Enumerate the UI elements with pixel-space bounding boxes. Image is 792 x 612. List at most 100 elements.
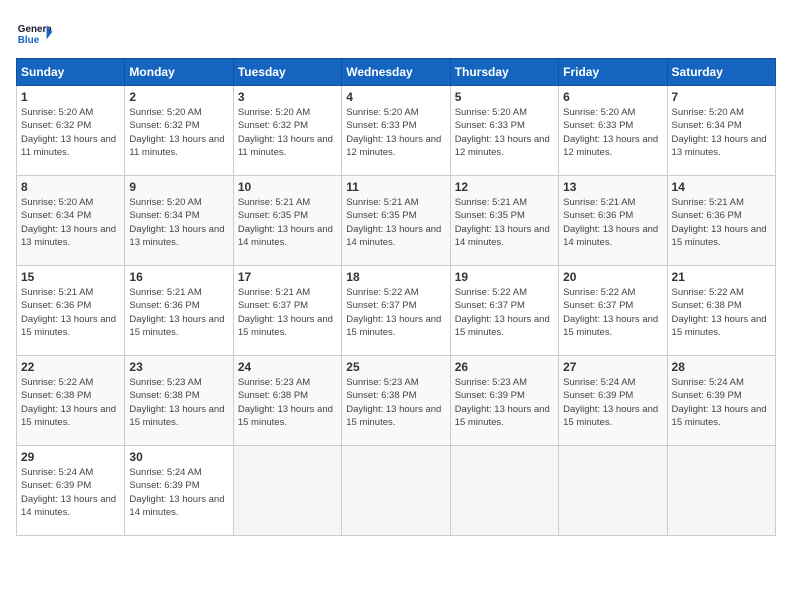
calendar-cell xyxy=(559,446,667,536)
day-number: 26 xyxy=(455,360,554,374)
calendar-cell: 10 Sunrise: 5:21 AM Sunset: 6:35 PM Dayl… xyxy=(233,176,341,266)
calendar-cell xyxy=(667,446,775,536)
day-number: 13 xyxy=(563,180,662,194)
day-info: Sunrise: 5:21 AM Sunset: 6:36 PM Dayligh… xyxy=(563,197,658,248)
day-info: Sunrise: 5:22 AM Sunset: 6:37 PM Dayligh… xyxy=(346,287,441,338)
calendar-cell: 28 Sunrise: 5:24 AM Sunset: 6:39 PM Dayl… xyxy=(667,356,775,446)
day-info: Sunrise: 5:21 AM Sunset: 6:36 PM Dayligh… xyxy=(672,197,767,248)
day-number: 30 xyxy=(129,450,228,464)
calendar-cell xyxy=(450,446,558,536)
day-number: 16 xyxy=(129,270,228,284)
calendar-cell: 17 Sunrise: 5:21 AM Sunset: 6:37 PM Dayl… xyxy=(233,266,341,356)
day-number: 3 xyxy=(238,90,337,104)
calendar-cell: 15 Sunrise: 5:21 AM Sunset: 6:36 PM Dayl… xyxy=(17,266,125,356)
calendar-cell: 11 Sunrise: 5:21 AM Sunset: 6:35 PM Dayl… xyxy=(342,176,450,266)
calendar-cell xyxy=(342,446,450,536)
day-info: Sunrise: 5:20 AM Sunset: 6:32 PM Dayligh… xyxy=(21,107,116,158)
day-number: 22 xyxy=(21,360,120,374)
calendar-cell: 2 Sunrise: 5:20 AM Sunset: 6:32 PM Dayli… xyxy=(125,86,233,176)
day-info: Sunrise: 5:22 AM Sunset: 6:37 PM Dayligh… xyxy=(455,287,550,338)
day-info: Sunrise: 5:24 AM Sunset: 6:39 PM Dayligh… xyxy=(129,467,224,518)
day-number: 18 xyxy=(346,270,445,284)
day-info: Sunrise: 5:22 AM Sunset: 6:38 PM Dayligh… xyxy=(672,287,767,338)
calendar-cell: 24 Sunrise: 5:23 AM Sunset: 6:38 PM Dayl… xyxy=(233,356,341,446)
calendar-cell: 1 Sunrise: 5:20 AM Sunset: 6:32 PM Dayli… xyxy=(17,86,125,176)
day-info: Sunrise: 5:23 AM Sunset: 6:38 PM Dayligh… xyxy=(346,377,441,428)
weekday-header-friday: Friday xyxy=(559,59,667,86)
day-info: Sunrise: 5:20 AM Sunset: 6:33 PM Dayligh… xyxy=(455,107,550,158)
day-number: 20 xyxy=(563,270,662,284)
day-number: 14 xyxy=(672,180,771,194)
calendar-cell xyxy=(233,446,341,536)
day-info: Sunrise: 5:20 AM Sunset: 6:32 PM Dayligh… xyxy=(238,107,333,158)
day-info: Sunrise: 5:21 AM Sunset: 6:36 PM Dayligh… xyxy=(129,287,224,338)
day-info: Sunrise: 5:23 AM Sunset: 6:38 PM Dayligh… xyxy=(129,377,224,428)
calendar-cell: 7 Sunrise: 5:20 AM Sunset: 6:34 PM Dayli… xyxy=(667,86,775,176)
calendar-cell: 27 Sunrise: 5:24 AM Sunset: 6:39 PM Dayl… xyxy=(559,356,667,446)
day-number: 7 xyxy=(672,90,771,104)
calendar-cell: 19 Sunrise: 5:22 AM Sunset: 6:37 PM Dayl… xyxy=(450,266,558,356)
day-info: Sunrise: 5:23 AM Sunset: 6:38 PM Dayligh… xyxy=(238,377,333,428)
calendar-cell: 20 Sunrise: 5:22 AM Sunset: 6:37 PM Dayl… xyxy=(559,266,667,356)
day-info: Sunrise: 5:21 AM Sunset: 6:35 PM Dayligh… xyxy=(346,197,441,248)
day-number: 17 xyxy=(238,270,337,284)
day-info: Sunrise: 5:20 AM Sunset: 6:33 PM Dayligh… xyxy=(563,107,658,158)
day-info: Sunrise: 5:22 AM Sunset: 6:37 PM Dayligh… xyxy=(563,287,658,338)
calendar-cell: 29 Sunrise: 5:24 AM Sunset: 6:39 PM Dayl… xyxy=(17,446,125,536)
day-number: 9 xyxy=(129,180,228,194)
calendar-cell: 21 Sunrise: 5:22 AM Sunset: 6:38 PM Dayl… xyxy=(667,266,775,356)
weekday-header-saturday: Saturday xyxy=(667,59,775,86)
logo: General Blue xyxy=(16,16,52,52)
day-info: Sunrise: 5:21 AM Sunset: 6:35 PM Dayligh… xyxy=(238,197,333,248)
calendar-cell: 26 Sunrise: 5:23 AM Sunset: 6:39 PM Dayl… xyxy=(450,356,558,446)
day-number: 25 xyxy=(346,360,445,374)
calendar-cell: 30 Sunrise: 5:24 AM Sunset: 6:39 PM Dayl… xyxy=(125,446,233,536)
logo-icon: General Blue xyxy=(16,16,52,52)
weekday-header-wednesday: Wednesday xyxy=(342,59,450,86)
weekday-header-sunday: Sunday xyxy=(17,59,125,86)
calendar-cell: 3 Sunrise: 5:20 AM Sunset: 6:32 PM Dayli… xyxy=(233,86,341,176)
day-info: Sunrise: 5:23 AM Sunset: 6:39 PM Dayligh… xyxy=(455,377,550,428)
calendar-cell: 4 Sunrise: 5:20 AM Sunset: 6:33 PM Dayli… xyxy=(342,86,450,176)
svg-text:Blue: Blue xyxy=(18,35,40,46)
day-info: Sunrise: 5:24 AM Sunset: 6:39 PM Dayligh… xyxy=(672,377,767,428)
weekday-header-tuesday: Tuesday xyxy=(233,59,341,86)
day-number: 6 xyxy=(563,90,662,104)
day-number: 15 xyxy=(21,270,120,284)
day-number: 4 xyxy=(346,90,445,104)
day-number: 27 xyxy=(563,360,662,374)
weekday-header-monday: Monday xyxy=(125,59,233,86)
day-info: Sunrise: 5:21 AM Sunset: 6:35 PM Dayligh… xyxy=(455,197,550,248)
calendar-cell: 23 Sunrise: 5:23 AM Sunset: 6:38 PM Dayl… xyxy=(125,356,233,446)
day-number: 1 xyxy=(21,90,120,104)
day-number: 29 xyxy=(21,450,120,464)
day-number: 21 xyxy=(672,270,771,284)
weekday-header-thursday: Thursday xyxy=(450,59,558,86)
calendar-table: SundayMondayTuesdayWednesdayThursdayFrid… xyxy=(16,58,776,536)
day-info: Sunrise: 5:20 AM Sunset: 6:34 PM Dayligh… xyxy=(129,197,224,248)
calendar-cell: 14 Sunrise: 5:21 AM Sunset: 6:36 PM Dayl… xyxy=(667,176,775,266)
day-info: Sunrise: 5:24 AM Sunset: 6:39 PM Dayligh… xyxy=(563,377,658,428)
day-info: Sunrise: 5:20 AM Sunset: 6:34 PM Dayligh… xyxy=(21,197,116,248)
day-number: 19 xyxy=(455,270,554,284)
calendar-cell: 22 Sunrise: 5:22 AM Sunset: 6:38 PM Dayl… xyxy=(17,356,125,446)
day-info: Sunrise: 5:21 AM Sunset: 6:36 PM Dayligh… xyxy=(21,287,116,338)
day-number: 24 xyxy=(238,360,337,374)
calendar-cell: 5 Sunrise: 5:20 AM Sunset: 6:33 PM Dayli… xyxy=(450,86,558,176)
day-number: 8 xyxy=(21,180,120,194)
calendar-cell: 8 Sunrise: 5:20 AM Sunset: 6:34 PM Dayli… xyxy=(17,176,125,266)
calendar-cell: 25 Sunrise: 5:23 AM Sunset: 6:38 PM Dayl… xyxy=(342,356,450,446)
calendar-cell: 12 Sunrise: 5:21 AM Sunset: 6:35 PM Dayl… xyxy=(450,176,558,266)
day-number: 23 xyxy=(129,360,228,374)
day-info: Sunrise: 5:20 AM Sunset: 6:34 PM Dayligh… xyxy=(672,107,767,158)
day-info: Sunrise: 5:21 AM Sunset: 6:37 PM Dayligh… xyxy=(238,287,333,338)
day-info: Sunrise: 5:20 AM Sunset: 6:33 PM Dayligh… xyxy=(346,107,441,158)
day-number: 28 xyxy=(672,360,771,374)
calendar-cell: 16 Sunrise: 5:21 AM Sunset: 6:36 PM Dayl… xyxy=(125,266,233,356)
day-number: 12 xyxy=(455,180,554,194)
day-number: 11 xyxy=(346,180,445,194)
day-number: 10 xyxy=(238,180,337,194)
calendar-cell: 13 Sunrise: 5:21 AM Sunset: 6:36 PM Dayl… xyxy=(559,176,667,266)
day-number: 5 xyxy=(455,90,554,104)
day-info: Sunrise: 5:20 AM Sunset: 6:32 PM Dayligh… xyxy=(129,107,224,158)
